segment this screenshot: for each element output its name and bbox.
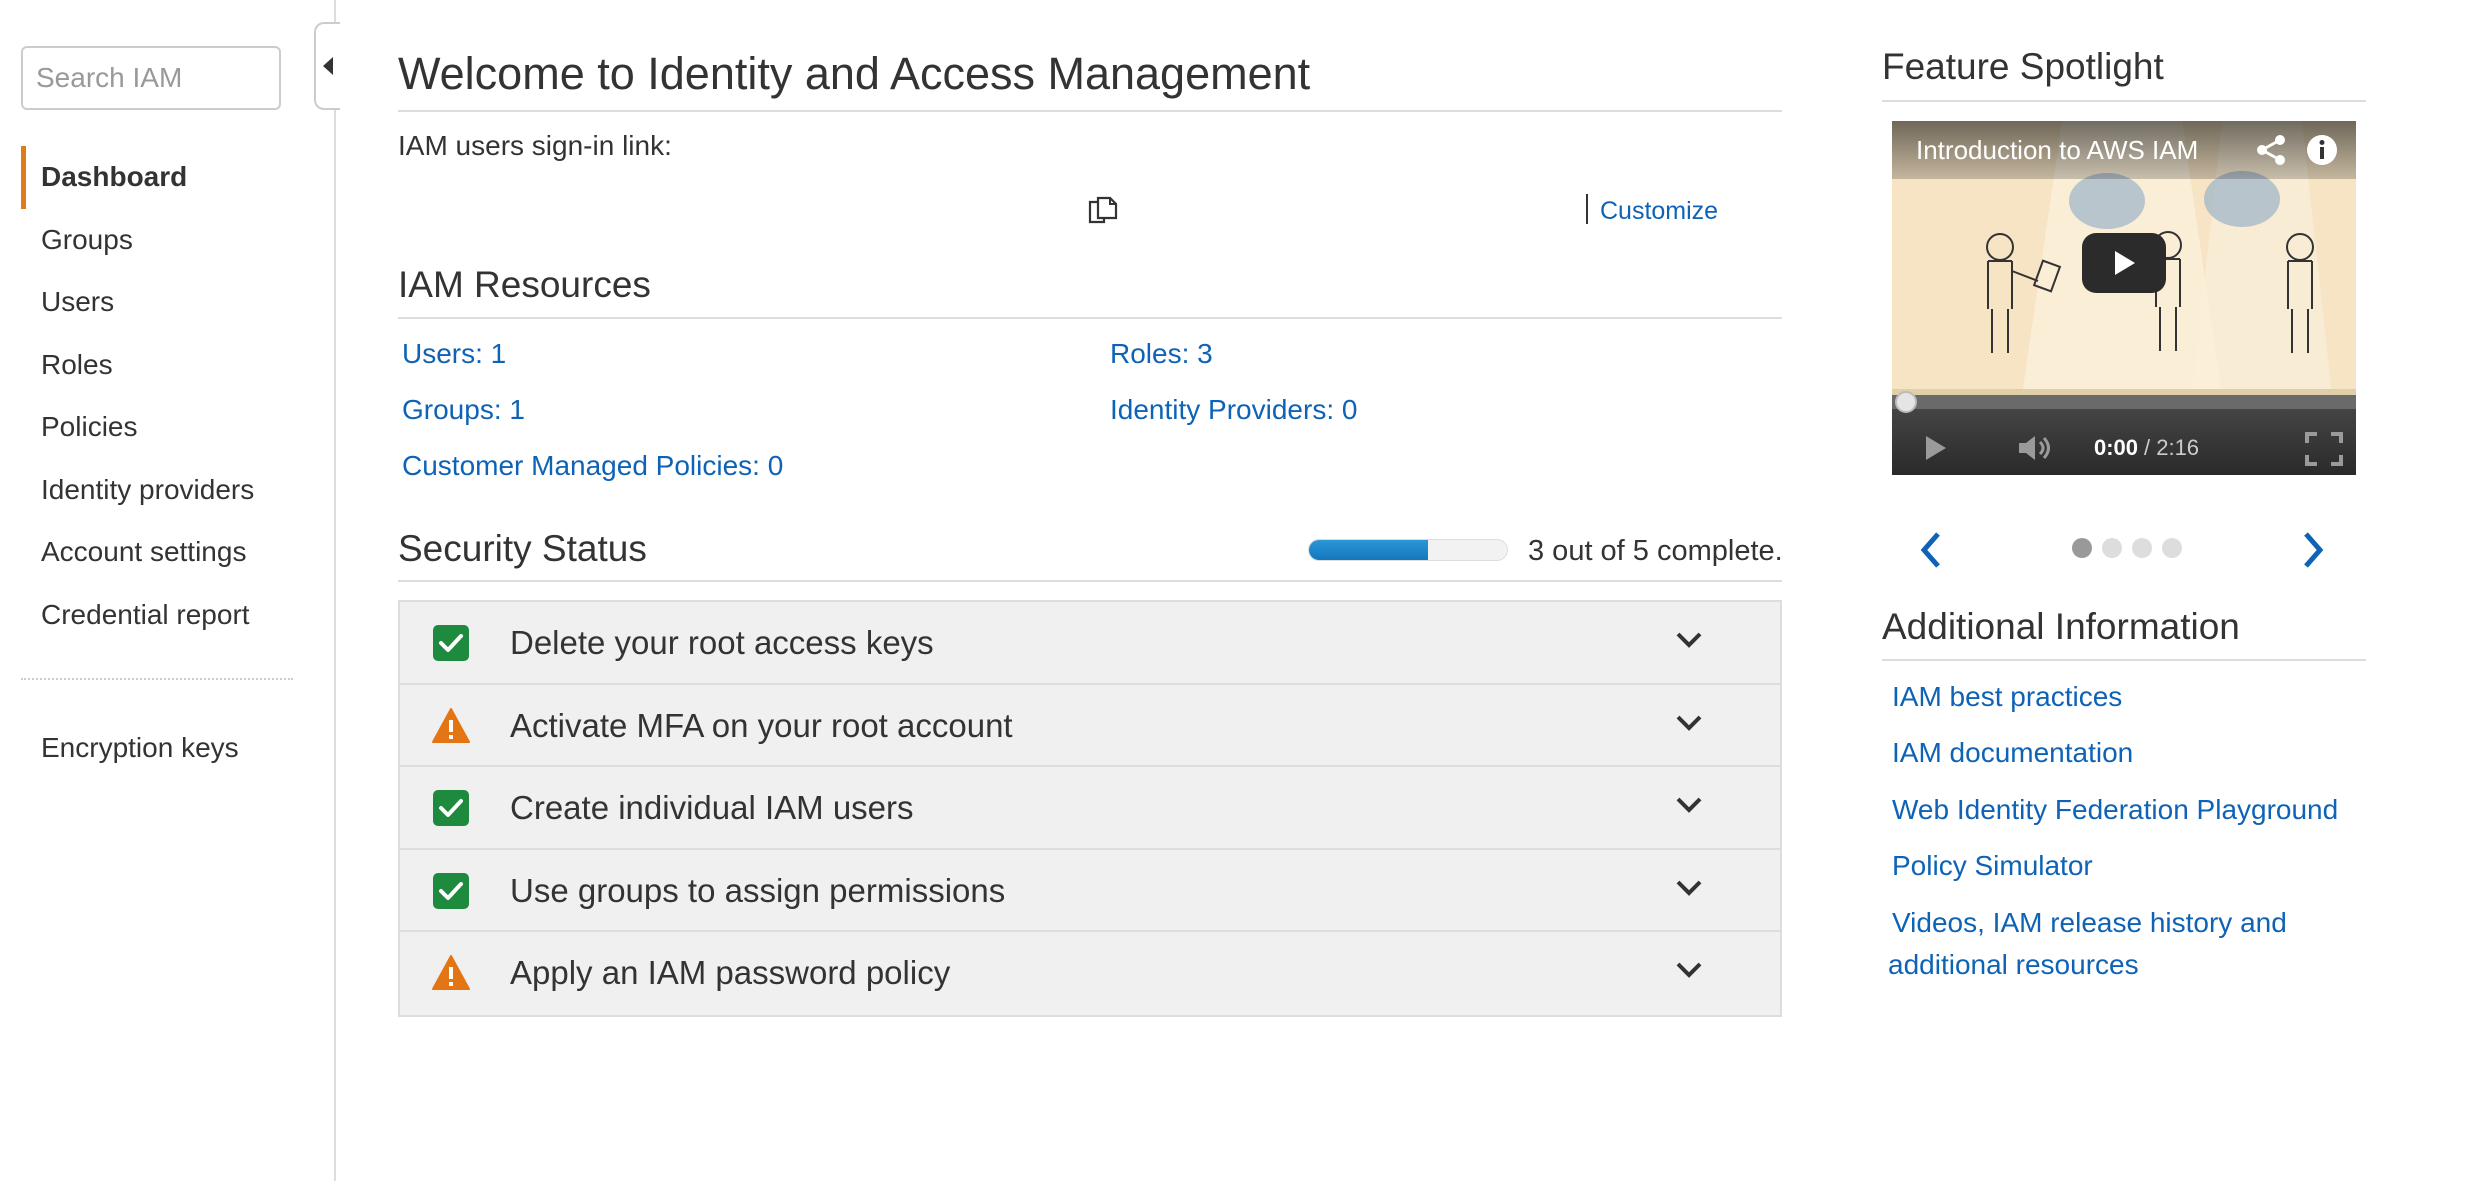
- page-title: Welcome to Identity and Access Managemen…: [398, 48, 1311, 99]
- carousel-dot-1[interactable]: [2072, 538, 2092, 558]
- status-label: Create individual IAM users: [510, 789, 914, 826]
- video-title[interactable]: Introduction to AWS IAM: [1916, 135, 2198, 166]
- carousel-next-button[interactable]: [2300, 530, 2326, 570]
- additional-information-title: Additional Information: [1882, 606, 2240, 647]
- warning-icon: [432, 707, 470, 743]
- identity-providers-count-link[interactable]: Identity Providers: 0: [1110, 394, 1357, 426]
- chevron-down-icon[interactable]: [1674, 711, 1704, 735]
- check-icon: [433, 872, 469, 909]
- customer-managed-policies-link[interactable]: Customer Managed Policies: 0: [402, 450, 783, 482]
- play-icon[interactable]: [1920, 433, 1950, 463]
- status-row-delete-root-keys[interactable]: Delete your root access keys: [400, 602, 1780, 685]
- web-identity-federation-link[interactable]: Web Identity Federation Playground: [1892, 789, 2338, 831]
- sidebar-divider: [21, 678, 293, 680]
- play-icon: [2115, 251, 2135, 275]
- separator: [1586, 194, 1588, 224]
- fullscreen-icon[interactable]: [2304, 431, 2344, 467]
- caret-left-icon: [323, 57, 333, 75]
- status-row-use-groups[interactable]: Use groups to assign permissions: [400, 850, 1780, 932]
- carousel-prev-button[interactable]: [1918, 530, 1944, 570]
- play-video-button[interactable]: [2082, 233, 2166, 293]
- iam-documentation-link[interactable]: IAM documentation: [1892, 732, 2133, 774]
- sidebar-item-groups[interactable]: Groups: [21, 209, 291, 272]
- chevron-down-icon[interactable]: [1674, 628, 1704, 652]
- video-scrubber[interactable]: [1892, 395, 2356, 409]
- status-label: Activate MFA on your root account: [510, 706, 1013, 744]
- sidebar-item-users[interactable]: Users: [21, 271, 291, 334]
- additional-divider: [1882, 659, 2366, 661]
- security-status-list: Delete your root access keys Activate MF…: [398, 600, 1782, 1017]
- check-icon: [433, 625, 469, 661]
- scrubber-handle[interactable]: [1895, 391, 1917, 413]
- copy-icon[interactable]: [1086, 194, 1120, 228]
- chevron-down-icon[interactable]: [1674, 876, 1704, 900]
- iam-resources-title: IAM Resources: [398, 264, 651, 305]
- sidebar-item-account-settings[interactable]: Account settings: [21, 521, 291, 584]
- search-input[interactable]: [23, 48, 279, 108]
- sidebar-item-identity-providers[interactable]: Identity providers: [21, 459, 291, 522]
- sidebar-item-policies[interactable]: Policies: [21, 396, 291, 459]
- video-duration: / 2:16: [2144, 435, 2200, 460]
- status-label: Delete your root access keys: [510, 624, 934, 661]
- volume-icon[interactable]: [2016, 433, 2056, 463]
- signin-link-label: IAM users sign-in link:: [398, 130, 672, 161]
- sidebar: Dashboard Groups Users Roles Policies Id…: [0, 0, 340, 1181]
- status-label: Use groups to assign permissions: [510, 871, 1006, 909]
- status-row-create-users[interactable]: Create individual IAM users: [400, 767, 1780, 850]
- security-progress-fill: [1309, 540, 1428, 560]
- chevron-down-icon[interactable]: [1674, 958, 1704, 982]
- users-count-link[interactable]: Users: 1: [402, 338, 506, 370]
- security-progress-bar: [1308, 539, 1508, 561]
- sidebar-item-credential-report[interactable]: Credential report: [21, 584, 291, 647]
- status-label: Apply an IAM password policy: [510, 954, 951, 991]
- feature-spotlight-title: Feature Spotlight: [1882, 46, 2164, 87]
- carousel-dot-3[interactable]: [2132, 538, 2152, 558]
- sidebar-item-dashboard[interactable]: Dashboard: [21, 146, 291, 209]
- info-icon[interactable]: [2306, 134, 2338, 166]
- iam-best-practices-link[interactable]: IAM best practices: [1892, 676, 2122, 718]
- security-divider: [398, 580, 1782, 582]
- videos-release-history-link[interactable]: Videos, IAM release history and: [1892, 902, 2287, 944]
- status-row-activate-mfa[interactable]: Activate MFA on your root account: [400, 685, 1780, 767]
- roles-count-link[interactable]: Roles: 3: [1110, 338, 1213, 370]
- chevron-down-icon[interactable]: [1674, 793, 1704, 817]
- groups-count-link[interactable]: Groups: 1: [402, 394, 525, 426]
- additional-resources-link[interactable]: additional resources: [1888, 944, 2139, 986]
- status-row-password-policy[interactable]: Apply an IAM password policy: [400, 932, 1780, 1015]
- check-icon: [433, 790, 469, 826]
- share-icon[interactable]: [2254, 133, 2288, 167]
- carousel-dots: [2072, 538, 2182, 558]
- sidebar-item-roles[interactable]: Roles: [21, 334, 291, 397]
- video-player[interactable]: Introduction to AWS IAM 0:00 / 2:16: [1892, 121, 2356, 475]
- search-field[interactable]: [21, 46, 281, 110]
- security-progress-text: 3 out of 5 complete.: [1528, 535, 1783, 567]
- sidebar-nav: Dashboard Groups Users Roles Policies Id…: [21, 146, 291, 646]
- warning-icon: [432, 955, 470, 990]
- collapse-sidebar-button[interactable]: [314, 22, 340, 110]
- video-current-time: 0:00: [2094, 435, 2139, 460]
- resources-divider: [398, 317, 1782, 319]
- carousel-dot-2[interactable]: [2102, 538, 2122, 558]
- security-status-title: Security Status: [398, 528, 647, 569]
- title-divider: [398, 110, 1782, 112]
- carousel-dot-4[interactable]: [2162, 538, 2182, 558]
- customize-link[interactable]: Customize: [1600, 197, 1718, 226]
- sidebar-extra-nav: Encryption keys: [21, 717, 291, 780]
- spotlight-divider: [1882, 100, 2366, 102]
- policy-simulator-link[interactable]: Policy Simulator: [1892, 845, 2093, 887]
- sidebar-item-encryption-keys[interactable]: Encryption keys: [21, 717, 291, 780]
